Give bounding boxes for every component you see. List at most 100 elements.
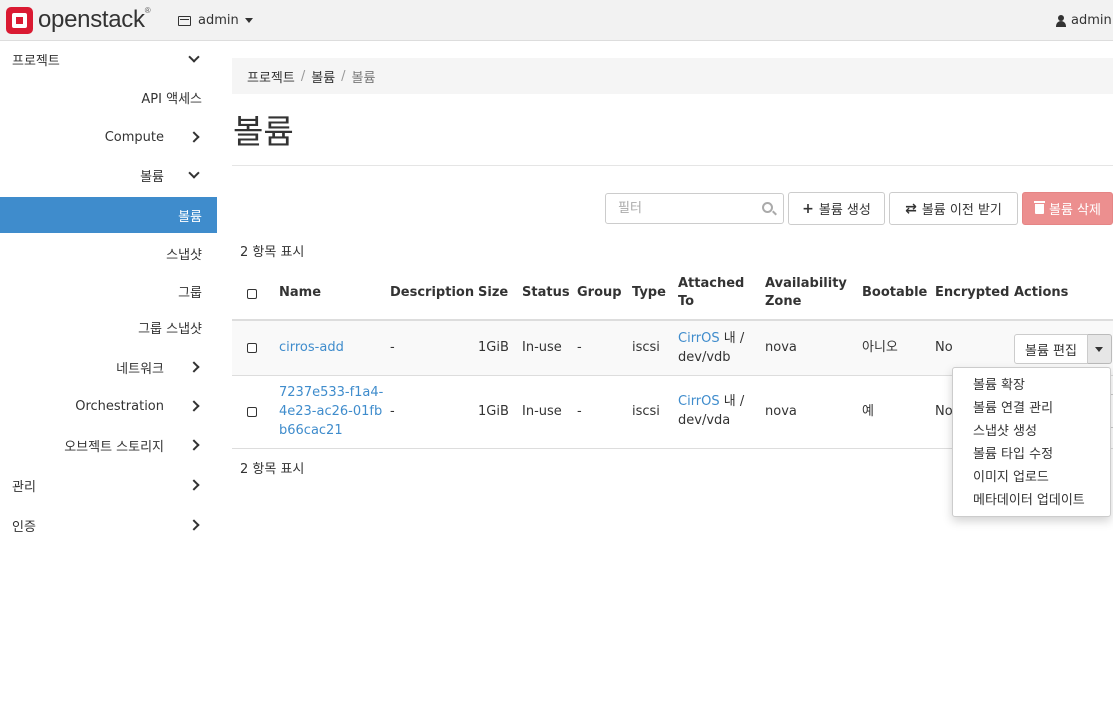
col-status[interactable]: Status [522, 284, 570, 302]
cell-description: - [390, 340, 395, 355]
col-bootable[interactable]: Bootable [862, 284, 927, 302]
col-encrypted[interactable]: Encrypted [935, 284, 1009, 302]
accept-transfer-label: 볼륨 이전 받기 [921, 203, 1002, 218]
sidebar-item-label: 볼륨 [178, 209, 202, 225]
menu-item-update-metadata[interactable]: 메타데이터 업데이트 [953, 489, 1110, 512]
cell-size: 1GiB [478, 404, 509, 419]
user-label: admin [1071, 13, 1112, 28]
col-availability-zone[interactable]: Availability Zone [765, 275, 847, 311]
project-selector[interactable]: admin [178, 13, 253, 28]
cell-status: In-use [522, 404, 562, 419]
sidebar-item-compute[interactable]: Compute [0, 119, 217, 155]
sidebar-item-groups[interactable]: 그룹 [0, 273, 217, 309]
cell-group: - [577, 340, 582, 355]
col-type[interactable]: Type [632, 284, 666, 302]
item-count-bottom: 2 항목 표시 [240, 462, 305, 477]
menu-item-extend-volume[interactable]: 볼륨 확장 [953, 374, 1110, 397]
sidebar-item-network[interactable]: 네트워크 [0, 349, 217, 385]
instance-link[interactable]: CirrOS [678, 394, 720, 409]
menu-item-change-volume-type[interactable]: 볼륨 타입 수정 [953, 443, 1110, 466]
chevron-right-icon [186, 400, 202, 412]
col-group[interactable]: Group [577, 284, 622, 302]
sidebar-item-volumes[interactable]: 볼륨 [0, 197, 217, 233]
openstack-logo[interactable]: openstack® [6, 6, 151, 34]
cell-type: iscsi [632, 404, 660, 419]
sidebar-item-label: Compute [104, 129, 164, 145]
breadcrumb-item-current: 볼륨 [351, 70, 376, 86]
chevron-down-icon [186, 167, 202, 179]
sidebar-item-label: 네트워크 [116, 361, 164, 377]
volume-name-link[interactable]: cirros-add [279, 338, 344, 357]
chevron-down-icon [186, 51, 202, 63]
menu-item-upload-to-image[interactable]: 이미지 업로드 [953, 466, 1110, 489]
cell-encrypted: No [935, 340, 953, 355]
delete-volumes-button[interactable]: 볼륨 삭제 [1022, 192, 1113, 225]
volume-name-link[interactable]: 7237e533-f1a4- 4e23-ac26-01fb b66cac21 [279, 383, 383, 440]
select-all-checkbox[interactable] [247, 289, 257, 299]
edit-volume-button[interactable]: 볼륨 편집 [1014, 334, 1088, 364]
sidebar-item-group-snapshots[interactable]: 그룹 스냅샷 [0, 309, 217, 345]
sidebar-item-admin[interactable]: 관리 [0, 467, 217, 503]
row-checkbox[interactable] [247, 343, 257, 353]
filter-box [605, 193, 784, 224]
menu-item-manage-attachments[interactable]: 볼륨 연결 관리 [953, 397, 1110, 420]
top-navbar: openstack® admin admin [0, 0, 1113, 41]
chevron-right-icon [186, 361, 202, 373]
instance-link[interactable]: CirrOS [678, 331, 720, 346]
item-count-top: 2 항목 표시 [240, 245, 305, 260]
sidebar-item-project[interactable]: 프로젝트 [0, 41, 217, 77]
cell-description: - [390, 404, 395, 419]
search-icon[interactable] [762, 202, 773, 213]
create-volume-label: 볼륨 생성 [818, 203, 871, 218]
create-volume-button[interactable]: + 볼륨 생성 [788, 192, 885, 225]
sidebar-item-label: 관리 [12, 479, 36, 495]
breadcrumb-item-volume[interactable]: 볼륨 [311, 67, 335, 86]
col-attached-to[interactable]: Attached To [678, 275, 744, 311]
sidebar-item-identity[interactable]: 인증 [0, 507, 217, 543]
sidebar-item-orchestration[interactable]: Orchestration [0, 388, 217, 424]
sidebar-item-api-access[interactable]: API 액세스 [0, 79, 217, 115]
sidebar-item-snapshots[interactable]: 스냅샷 [0, 235, 217, 271]
logo-text: openstack® [38, 6, 151, 33]
cell-group: - [577, 404, 582, 419]
page-title: 볼륨 [233, 112, 294, 151]
row-checkbox[interactable] [247, 407, 257, 417]
sidebar-item-label: 인증 [12, 519, 36, 535]
exchange-icon: ⇄ [905, 200, 917, 217]
user-menu[interactable]: admin [1056, 13, 1112, 28]
sidebar: 프로젝트 API 액세스 Compute 볼륨 볼륨 스냅샷 그룹 그룹 스냅샷 네트워크 Orc… [0, 41, 217, 724]
sidebar-item-volume-group[interactable]: 볼륨 [0, 157, 217, 193]
cell-status: In-use [522, 340, 562, 355]
sidebar-item-object-storage[interactable]: 오브젝트 스토리지 [0, 427, 217, 463]
chevron-right-icon [186, 131, 202, 143]
cell-type: iscsi [632, 340, 660, 355]
caret-down-icon [244, 18, 253, 23]
breadcrumb-item-project[interactable]: 프로젝트 [247, 67, 295, 86]
title-divider [232, 165, 1113, 166]
sidebar-item-label: 볼륨 [140, 169, 164, 185]
row-actions-split-button: 볼륨 편집 [1014, 334, 1112, 364]
filter-input[interactable] [606, 194, 751, 223]
accept-transfer-button[interactable]: ⇄ 볼륨 이전 받기 [889, 192, 1018, 225]
col-size[interactable]: Size [478, 284, 508, 302]
delete-volumes-label: 볼륨 삭제 [1049, 203, 1101, 218]
cell-bootable: 아니오 [862, 340, 898, 355]
sidebar-item-label: 그룹 [178, 285, 202, 301]
sidebar-item-label: 프로젝트 [12, 53, 60, 69]
sidebar-item-label: 오브젝트 스토리지 [64, 439, 164, 455]
breadcrumb: 프로젝트 / 볼륨 / 볼륨 [232, 58, 1113, 94]
project-icon [178, 15, 191, 26]
menu-item-create-snapshot[interactable]: 스냅샷 생성 [953, 420, 1110, 443]
breadcrumb-separator: / [300, 68, 306, 84]
cell-bootable: 예 [862, 404, 874, 419]
col-name[interactable]: Name [279, 284, 321, 302]
row-actions-dropdown-menu: 볼륨 확장 볼륨 연결 관리 스냅샷 생성 볼륨 타입 수정 이미지 업로드 메… [952, 367, 1111, 517]
col-description[interactable]: Description [390, 284, 474, 302]
sidebar-item-label: API 액세스 [141, 91, 202, 107]
table-header: Name Description Size Status Group Type … [232, 266, 1113, 321]
chevron-right-icon [186, 439, 202, 451]
breadcrumb-separator: / [341, 68, 346, 84]
cell-attached-to: CirrOS 내 / dev/vdb [678, 331, 745, 365]
cell-availability-zone: nova [765, 404, 797, 419]
actions-dropdown-toggle[interactable] [1087, 334, 1112, 364]
